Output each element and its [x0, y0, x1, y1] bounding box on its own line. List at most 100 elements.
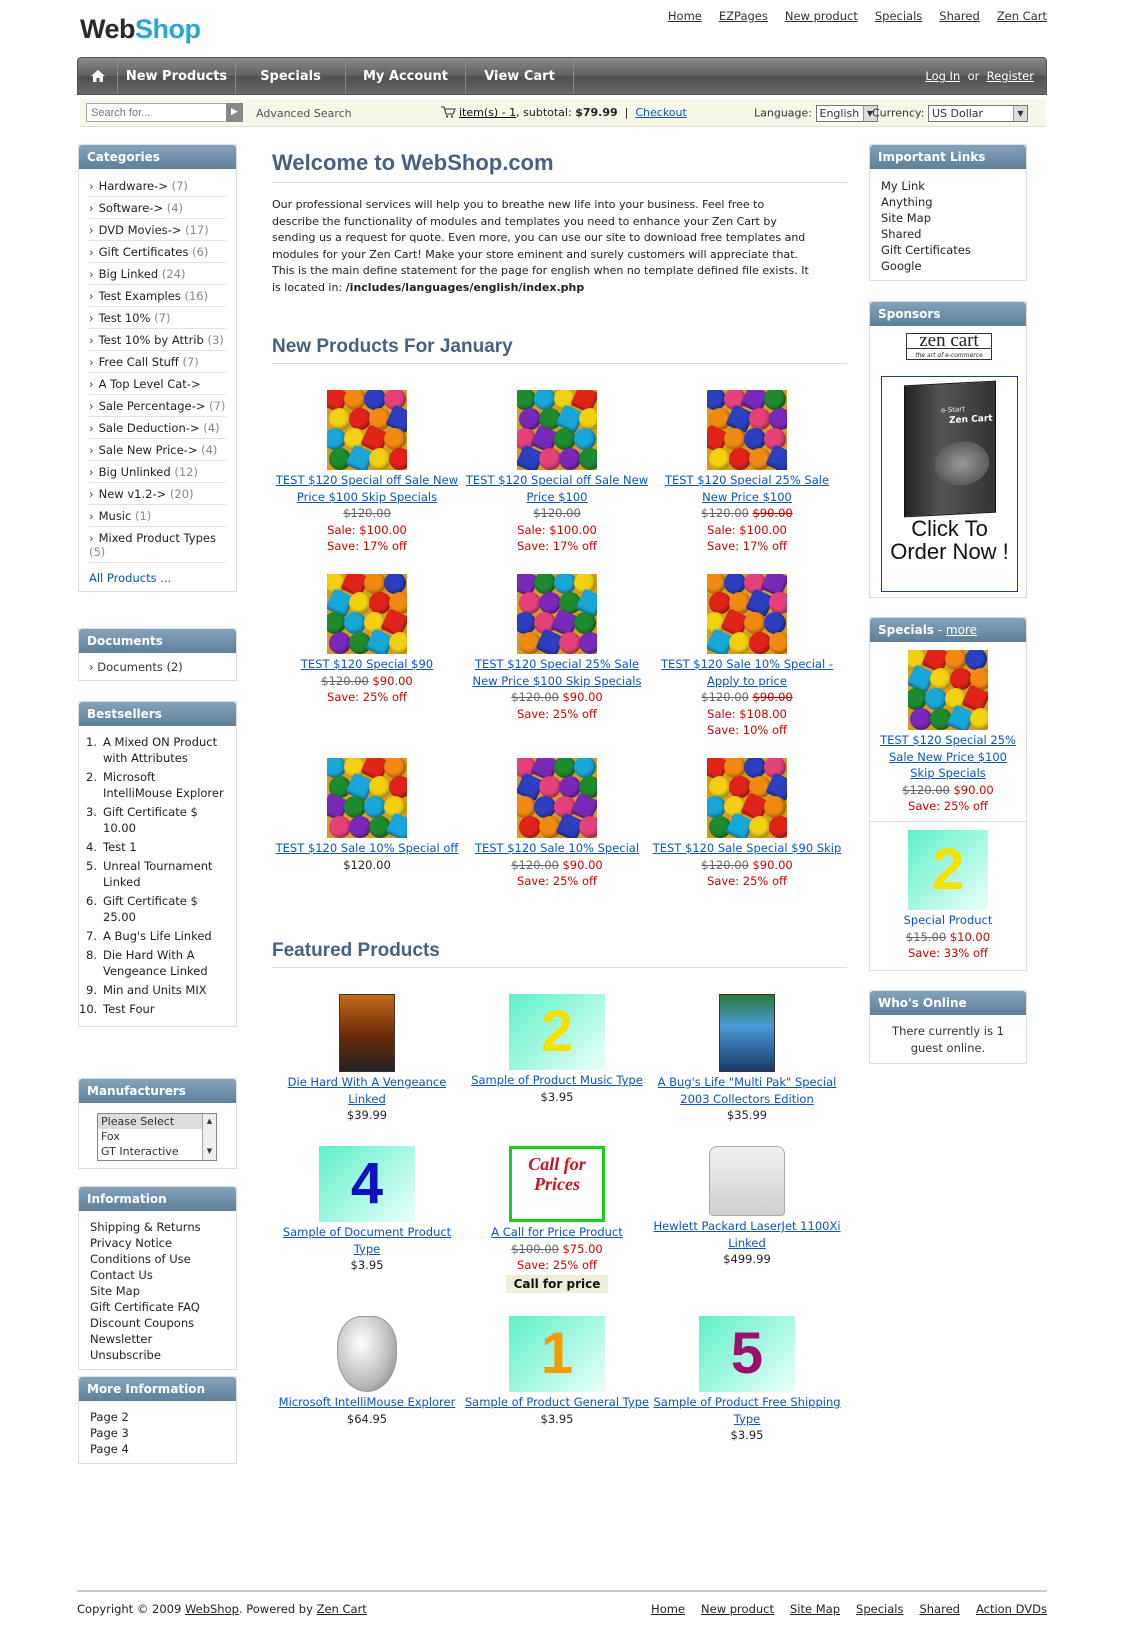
category-item[interactable]: A Top Level Cat-> — [89, 373, 226, 395]
category-name[interactable]: Mixed Product Types — [99, 531, 216, 545]
checkout-link[interactable]: Checkout — [635, 106, 686, 119]
category-name[interactable]: A Top Level Cat-> — [99, 377, 201, 391]
new-product-link[interactable]: TEST $120 Special 25% Sale New Price $10… — [652, 472, 842, 505]
important-link[interactable]: Gift Certificates — [881, 242, 1015, 258]
bestseller-name[interactable]: A Mixed ON Product with Attributes — [103, 734, 226, 766]
manufacturers-listbox[interactable]: Please Select Fox GT Interactive ▲ ▼ — [97, 1113, 217, 1161]
zen-cart-logo[interactable]: zen cart the art of e-commerce — [906, 331, 992, 360]
information-link[interactable]: Shipping & Returns — [90, 1219, 225, 1235]
bestseller-item[interactable]: 10. Test Four — [79, 1001, 226, 1017]
search-input[interactable] — [86, 103, 241, 122]
category-name[interactable]: Big Unlinked — [99, 465, 171, 479]
featured-product-image[interactable]: 2 — [509, 994, 605, 1070]
new-product-image[interactable] — [707, 574, 787, 654]
category-item[interactable]: Test 10% by Attrib (3) — [89, 329, 226, 351]
bestseller-name[interactable]: Min and Units MIX — [103, 982, 207, 998]
category-name[interactable]: Gift Certificates — [99, 245, 189, 259]
top-link-zen-cart[interactable]: Zen Cart — [997, 9, 1047, 23]
language-select[interactable]: English ▼ — [815, 105, 878, 122]
bestseller-name[interactable]: Test Four — [103, 1001, 155, 1017]
bestseller-item[interactable]: 7. A Bug's Life Linked — [79, 928, 226, 944]
category-item[interactable]: Big Linked (24) — [89, 263, 226, 285]
new-product-image[interactable] — [327, 390, 407, 470]
important-link[interactable]: Anything — [881, 194, 1015, 210]
more-info-link[interactable]: Page 3 — [90, 1425, 225, 1441]
tab-new-products[interactable]: New Products — [118, 58, 236, 94]
important-link[interactable]: Site Map — [881, 210, 1015, 226]
category-item[interactable]: Free Call Stuff (7) — [89, 351, 226, 373]
login-link[interactable]: Log In — [925, 69, 960, 83]
category-name[interactable]: Music — [99, 509, 132, 523]
important-link[interactable]: Shared — [881, 226, 1015, 242]
bestseller-item[interactable]: 9. Min and Units MIX — [79, 982, 226, 998]
category-name[interactable]: DVD Movies-> — [99, 223, 182, 237]
featured-product-image[interactable]: 4 — [319, 1146, 415, 1222]
featured-product-link[interactable]: Microsoft IntelliMouse Explorer — [272, 1394, 462, 1411]
all-products-link[interactable]: All Products ... — [89, 563, 226, 585]
category-item[interactable]: New v1.2-> (20) — [89, 483, 226, 505]
category-name[interactable]: Sale Percentage-> — [99, 399, 206, 413]
top-link-home[interactable]: Home — [668, 9, 702, 23]
special-product-link[interactable]: TEST $120 Special 25% Sale New Price $10… — [870, 732, 1026, 782]
category-name[interactable]: Sale Deduction-> — [99, 421, 200, 435]
category-name[interactable]: Big Linked — [99, 267, 159, 281]
featured-product-image[interactable]: 5 — [699, 1316, 795, 1392]
footer-link-site-map[interactable]: Site Map — [790, 1602, 840, 1616]
tab-view-cart[interactable]: View Cart — [466, 58, 574, 94]
home-icon[interactable] — [78, 58, 118, 94]
manufacturer-option[interactable]: Please Select — [98, 1114, 202, 1129]
new-product-link[interactable]: TEST $120 Special $90 — [272, 656, 462, 673]
register-link[interactable]: Register — [987, 69, 1034, 83]
top-link-shared[interactable]: Shared — [939, 9, 980, 23]
bestseller-item[interactable]: 6. Gift Certificate $ 25.00 — [79, 893, 226, 925]
scroll-down-icon[interactable]: ▼ — [203, 1144, 216, 1158]
footer-link-specials[interactable]: Specials — [856, 1602, 903, 1616]
bestseller-name[interactable]: Gift Certificate $ 10.00 — [103, 804, 226, 836]
new-product-image[interactable] — [707, 390, 787, 470]
information-link[interactable]: Discount Coupons — [90, 1315, 225, 1331]
search-arrow-icon[interactable]: ▶ — [226, 103, 243, 122]
new-product-link[interactable]: TEST $120 Sale 10% Special off — [272, 840, 462, 857]
new-product-image[interactable] — [707, 758, 787, 838]
tab-specials[interactable]: Specials — [236, 58, 346, 94]
category-item[interactable]: Software-> (4) — [89, 197, 226, 219]
featured-product-link[interactable]: A Bug's Life "Multi Pak" Special 2003 Co… — [652, 1074, 842, 1107]
new-product-image[interactable] — [517, 758, 597, 838]
new-product-image[interactable] — [327, 758, 407, 838]
category-item[interactable]: DVD Movies-> (17) — [89, 219, 226, 241]
site-logo[interactable]: WebShop — [80, 14, 201, 45]
category-name[interactable]: Sale New Price-> — [99, 443, 198, 457]
information-link[interactable]: Newsletter Unsubscribe — [90, 1331, 225, 1363]
new-product-image[interactable] — [327, 574, 407, 654]
new-product-link[interactable]: TEST $120 Special 25% Sale New Price $10… — [462, 656, 652, 689]
bestseller-name[interactable]: Microsoft IntelliMouse Explorer — [103, 769, 226, 801]
more-info-link[interactable]: Page 4 — [90, 1441, 225, 1457]
bestseller-item[interactable]: 4. Test 1 — [79, 839, 226, 855]
advanced-search-link[interactable]: Advanced Search — [256, 107, 352, 120]
category-item[interactable]: Test 10% (7) — [89, 307, 226, 329]
information-link[interactable]: Conditions of Use — [90, 1251, 225, 1267]
documents-link[interactable]: Documents — [97, 660, 163, 674]
featured-product-image[interactable]: 1 — [509, 1316, 605, 1392]
featured-product-link[interactable]: Sample of Product General Type — [462, 1394, 652, 1411]
category-name[interactable]: Software-> — [99, 201, 163, 215]
special-product-image[interactable] — [908, 650, 988, 730]
category-name[interactable]: Test 10% by Attrib — [99, 333, 204, 347]
bestseller-item[interactable]: 3. Gift Certificate $ 10.00 — [79, 804, 226, 836]
category-item[interactable]: Sale Deduction-> (4) — [89, 417, 226, 439]
category-item[interactable]: Gift Certificates (6) — [89, 241, 226, 263]
bestseller-item[interactable]: 2. Microsoft IntelliMouse Explorer — [79, 769, 226, 801]
bestseller-item[interactable]: 1. A Mixed ON Product with Attributes — [79, 734, 226, 766]
more-info-link[interactable]: Page 2 — [90, 1409, 225, 1425]
bestseller-item[interactable]: 5. Unreal Tournament Linked — [79, 858, 226, 890]
bestseller-name[interactable]: Die Hard With A Vengeance Linked — [103, 947, 226, 979]
category-item[interactable]: Hardware-> (7) — [89, 175, 226, 197]
new-product-link[interactable]: TEST $120 Sale Special $90 Skip — [652, 840, 842, 857]
bestseller-name[interactable]: Test 1 — [103, 839, 137, 855]
featured-product-link[interactable]: Sample of Document Product Type — [272, 1224, 462, 1257]
footer-link-new-product[interactable]: New product — [701, 1602, 774, 1616]
category-name[interactable]: Test Examples — [99, 289, 181, 303]
scroll-up-icon[interactable]: ▲ — [203, 1114, 216, 1128]
new-product-link[interactable]: TEST $120 Sale 10% Special - Apply to pr… — [652, 656, 842, 689]
specials-more-link[interactable]: more — [946, 623, 977, 637]
